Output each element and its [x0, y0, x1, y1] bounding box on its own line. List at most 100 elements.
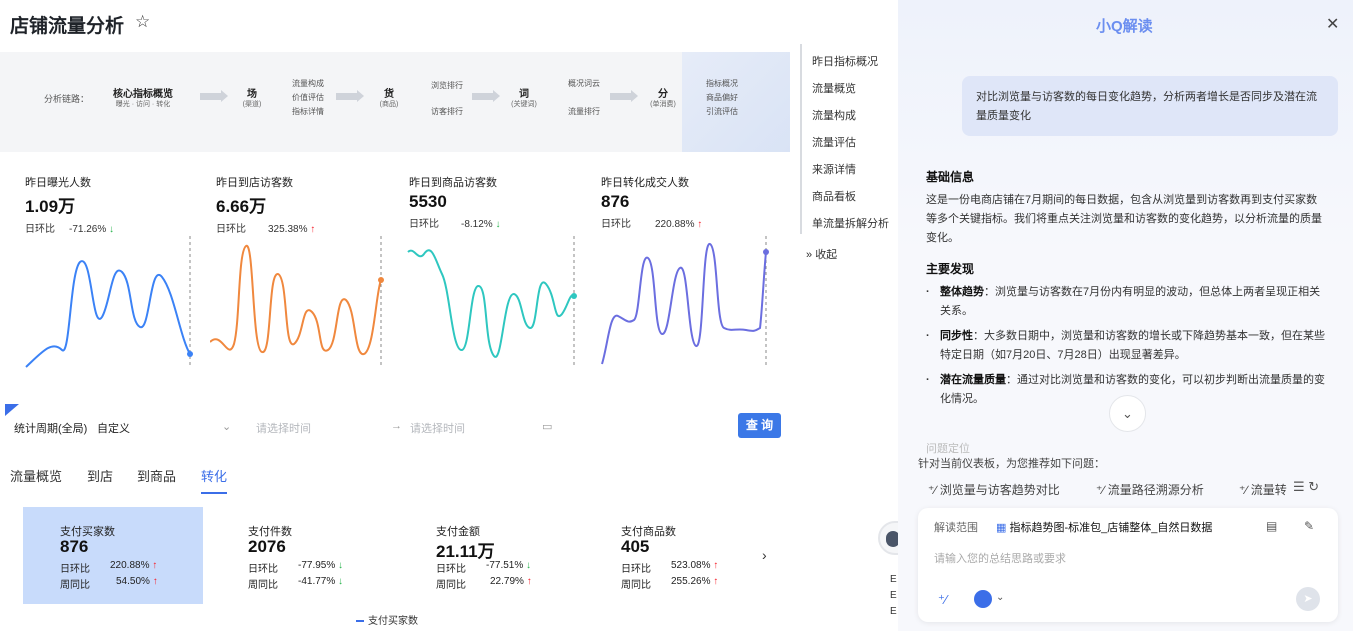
arrow-down-icon: ↓ — [526, 560, 532, 571]
prompt-input[interactable]: 请输入您的总结思路或要求 — [934, 550, 1066, 566]
tab-store[interactable]: 到店 — [87, 466, 113, 485]
list-icon[interactable]: ☰ — [1293, 479, 1305, 494]
nav-item[interactable]: 流量概览 — [812, 80, 856, 96]
chevron-right-icon[interactable]: › — [762, 547, 767, 563]
metric-card: 昨日曝光人数 1.09万 日环比 -71.26% ↓ — [25, 174, 205, 235]
magic-wand-icon[interactable]: ⁺∕ — [938, 592, 947, 608]
scope-value[interactable]: ▦ 指标趋势图-标准包_店铺整体_自然日数据 — [996, 519, 1212, 535]
arrow-down-icon: ↓ — [495, 219, 501, 230]
flow-step-title[interactable]: 场 — [238, 85, 266, 100]
card-cmp-value: 22.79% ↑ — [490, 576, 532, 587]
nav-item[interactable]: 单流量拆解分析 — [812, 215, 889, 231]
metric-label: 昨日曝光人数 — [25, 177, 91, 189]
flow-step-item[interactable]: 引流评估 — [706, 106, 738, 117]
flow-step-title[interactable]: 货 — [375, 85, 403, 100]
metric-value: 5530 — [409, 192, 447, 211]
suggestion-chip[interactable]: ⁺∕ 浏览量与访客趋势对比 — [928, 481, 1060, 498]
card-cmp-label: 周同比 — [436, 580, 466, 591]
card-cmp-label: 周同比 — [60, 580, 90, 591]
flow-step-item[interactable]: 访客排行 — [431, 106, 463, 117]
nav-item[interactable]: 商品看板 — [812, 188, 856, 204]
analysis-flow-banner: 分析链路： 核心指标概览 曝光 · 访问 · 转化 场 (渠道) 流量构成 价值… — [0, 52, 790, 152]
faded-section-heading: 问题定位 — [926, 443, 970, 455]
chevron-down-icon[interactable]: ⌄ — [222, 420, 231, 433]
arrow-up-icon: ↑ — [152, 560, 158, 571]
assistant-avatar[interactable] — [878, 521, 900, 555]
flow-arrow — [610, 90, 638, 102]
end-time-input[interactable]: 请选择时间 — [410, 420, 465, 436]
panel-title: 小Q解读 — [1096, 18, 1153, 35]
card-cmp-value: 255.26% ↑ — [671, 576, 719, 587]
kpi-card[interactable]: 支付件数 2076 日环比 -77.95% ↓ 周同比 -41.77% ↓ — [248, 507, 428, 604]
card-cmp-label: 周同比 — [248, 580, 278, 591]
flow-step-item[interactable]: 指标详情 — [292, 106, 324, 117]
magic-wand-icon: ⁺∕ — [928, 483, 937, 497]
flow-step-item[interactable]: 流量构成 — [292, 78, 324, 89]
flow-step-item[interactable]: 流量排行 — [568, 106, 600, 117]
flow-step-item[interactable]: 指标概况 — [706, 78, 738, 89]
arrow-up-icon: ↑ — [713, 576, 719, 587]
collapse-nav-button[interactable]: » 收起 — [806, 246, 837, 262]
flow-step-sub: (单消费) — [650, 101, 676, 108]
nav-item[interactable]: 来源详情 — [812, 161, 856, 177]
flow-step-item[interactable]: 价值评估 — [292, 92, 324, 103]
scroll-down-button[interactable]: ⌄ — [1109, 395, 1146, 432]
flow-step-title[interactable]: 分 — [649, 85, 677, 100]
flow-step-item[interactable]: 商品偏好 — [706, 92, 738, 103]
kpi-card[interactable]: 支付商品数 405 日环比 523.08% ↑ 周同比 255.26% ↑ — [621, 507, 801, 604]
query-button[interactable]: 查 询 — [738, 413, 781, 438]
flow-step-sub: (关键词) — [511, 101, 537, 108]
global-flag-icon — [5, 404, 19, 416]
send-icon[interactable]: ➤ — [1296, 587, 1320, 611]
scope-label: 解读范围 — [934, 522, 978, 534]
tab-conversion[interactable]: 转化 — [201, 466, 228, 494]
chart-legend[interactable]: 支付买家数 — [356, 612, 418, 627]
nav-item[interactable]: 昨日指标概况 — [812, 53, 878, 69]
start-time-input[interactable]: 请选择时间 — [256, 420, 311, 436]
metric-card: 昨日到店访客数 6.66万 日环比 325.38% ↑ — [216, 174, 396, 235]
page-title: 店铺流量分析 — [10, 16, 125, 37]
basic-info-text: 这是一份电商店铺在7月期间的每日数据，包含从浏览量到访客数再到支付买家数等多个关… — [926, 194, 1322, 244]
suggestion-title: 针对当前仪表板，为您推荐如下问题： — [918, 458, 1105, 470]
calendar-icon[interactable]: ▭ — [542, 420, 552, 433]
period-select[interactable]: 自定义 — [97, 420, 130, 436]
card-cmp-value: 54.50% ↑ — [116, 576, 158, 587]
avatar-caption: E — [890, 574, 897, 585]
flow-core-sub: 曝光 · 访问 · 转化 — [115, 101, 171, 108]
avatar-caption: E — [890, 590, 897, 601]
kpi-card[interactable]: 支付金额 21.11万 日环比 -77.51% ↓ 周同比 22.79% ↑ — [436, 507, 616, 604]
nav-item[interactable]: 流量评估 — [812, 134, 856, 150]
tab-overview[interactable]: 流量概览 — [10, 466, 62, 485]
model-select-icon[interactable] — [974, 590, 992, 608]
chevron-down-icon: ⌄ — [1122, 406, 1133, 421]
flow-step-title[interactable]: 词 — [510, 85, 538, 100]
sparkline-visitors — [210, 236, 384, 368]
period-label: 统计周期(全局) — [14, 423, 88, 435]
card-cmp-value: -77.95% ↓ — [298, 560, 344, 571]
flow-arrow — [336, 90, 364, 102]
metric-value: 6.66万 — [216, 197, 267, 216]
suggestion-chip[interactable]: ⁺∕ 流量路径溯源分析 — [1096, 481, 1204, 498]
table-icon[interactable]: ▤ — [1266, 519, 1277, 533]
metric-value: 1.09万 — [25, 197, 76, 216]
collapse-label: 收起 — [815, 249, 838, 261]
flow-step-item[interactable]: 概况词云 — [568, 78, 600, 89]
flow-step-item[interactable]: 浏览排行 — [431, 80, 463, 91]
card-cmp-label: 周同比 — [621, 580, 651, 591]
refresh-icon[interactable]: ↻ — [1308, 479, 1319, 494]
suggestion-chip[interactable]: ⁺∕ 流量转 — [1239, 481, 1287, 498]
flow-core-title[interactable]: 核心指标概览 — [108, 85, 178, 100]
tab-product[interactable]: 到商品 — [137, 466, 176, 485]
card-value: 405 — [621, 537, 650, 556]
kpi-card-selected[interactable]: 支付买家数 876 日环比 220.88% ↑ 周同比 54.50% ↑ — [23, 507, 203, 604]
nav-item[interactable]: 流量构成 — [812, 107, 856, 123]
double-chevron-icon: » — [806, 249, 813, 261]
edit-icon[interactable]: ✎ — [1304, 519, 1314, 533]
favorite-star-icon[interactable]: ☆ — [135, 12, 150, 32]
metric-card: 昨日转化成交人数 876 日环比 220.88% ↑ — [601, 174, 781, 230]
sparkline-conversions — [601, 236, 769, 368]
close-icon[interactable]: ✕ — [1326, 14, 1339, 34]
flow-prefix: 分析链路： — [44, 94, 90, 104]
chevron-down-icon[interactable]: ⌄ — [996, 592, 1004, 603]
card-value: 876 — [60, 537, 89, 556]
